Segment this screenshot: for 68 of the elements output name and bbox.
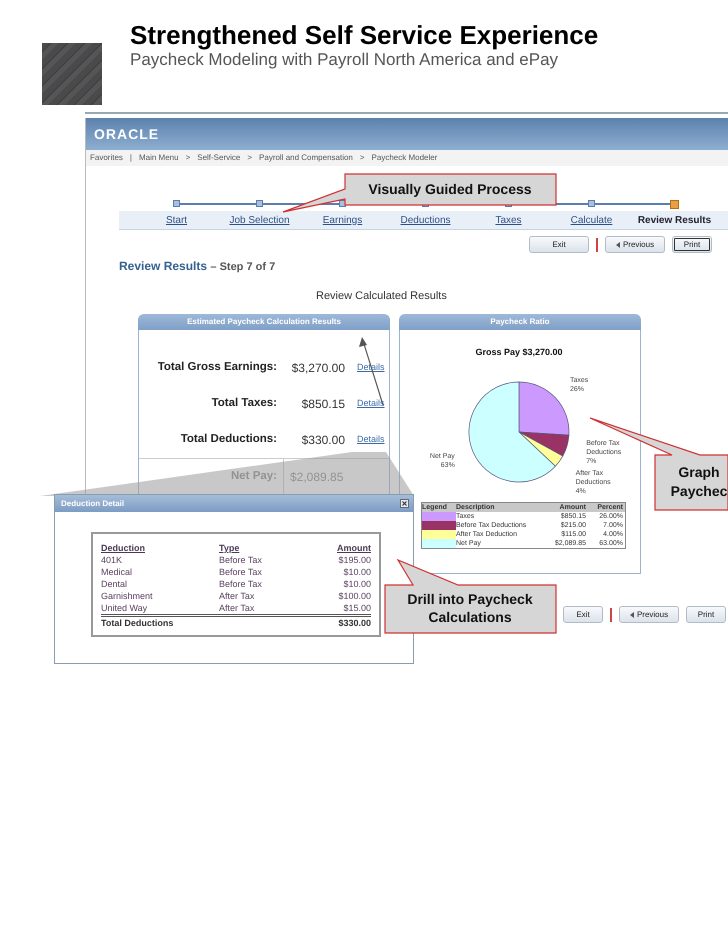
logo: ORACLE	[94, 124, 160, 144]
table-cell-text: Medical	[101, 566, 134, 578]
details-link[interactable]: Details	[351, 433, 389, 447]
dialog-title: Deduction Detail	[61, 498, 124, 510]
table-cell-text: $15.00	[342, 602, 371, 614]
callout-text: Visually Guided Process	[368, 181, 532, 197]
step-link[interactable]: Job Selection	[229, 212, 290, 228]
breadcrumb-separator: >	[186, 152, 190, 164]
field-value: $3,270.00	[290, 360, 346, 377]
back-caret-icon	[630, 612, 634, 618]
callout-text: Graph Paychec	[670, 464, 728, 499]
step-indicator: – Step 7 of 7	[210, 261, 276, 273]
breadcrumb-link[interactable]: Main Menu	[138, 152, 179, 164]
table-cell-text: Before Tax	[219, 578, 263, 590]
column-header: Type	[219, 543, 240, 553]
pointer-arrow	[359, 337, 384, 406]
field-value: $850.15	[300, 396, 346, 413]
slide-title: Strengthened Self Service Experience	[130, 20, 598, 50]
panel-header: Estimated Paycheck Calculation Results	[138, 314, 390, 330]
table-cell-text: United Way	[101, 602, 148, 614]
table-cell-text: After Tax	[219, 602, 256, 614]
field-label: Total Gross Earnings:	[156, 360, 278, 376]
total-label: Total Deductions	[101, 617, 174, 629]
step-link[interactable]: Start	[166, 212, 188, 228]
toolbar-button[interactable]: Print	[686, 606, 726, 623]
step-link[interactable]: Earnings	[322, 212, 362, 228]
callout-text: Drill into Paycheck Calculations	[407, 591, 533, 625]
section-title: Review Calculated Results	[316, 288, 448, 304]
step-link[interactable]: Taxes	[495, 212, 522, 228]
step-link[interactable]: Review Results	[638, 212, 712, 228]
toolbar-button[interactable]: Exit	[563, 606, 603, 623]
page-heading: Review Results	[119, 259, 208, 273]
breadcrumb-separator: >	[247, 152, 252, 164]
breadcrumb-link[interactable]: Paycheck Modeler	[372, 152, 438, 164]
breadcrumb-separator: |	[130, 152, 132, 164]
field-value: $330.00	[300, 432, 346, 449]
total-amount: $330.00	[337, 617, 371, 629]
step-link[interactable]: Deductions	[400, 212, 451, 228]
slide-subtitle: Paycheck Modeling with Payroll North America and ePay	[130, 50, 560, 70]
toolbar-button[interactable]: Print	[672, 236, 712, 253]
breadcrumb-separator: >	[360, 152, 365, 164]
table-cell-text: Before Tax	[219, 566, 263, 578]
close-icon[interactable]	[400, 499, 409, 508]
striped-square-icon	[42, 43, 102, 105]
step-link[interactable]: Calculate	[570, 212, 612, 228]
breadcrumb-link[interactable]: Favorites	[90, 152, 123, 164]
previous-button[interactable]: Previous	[605, 236, 665, 253]
panel-header: Paycheck Ratio	[399, 314, 641, 330]
field-label: Total Deductions:	[180, 432, 278, 448]
table-cell-text: $10.00	[342, 566, 371, 578]
table-cell-text: 401K	[101, 554, 124, 566]
table-cell-text: Dental	[101, 578, 128, 590]
table-cell-text: After Tax	[219, 590, 256, 602]
table-cell: $195.00	[337, 554, 371, 566]
breadcrumb-link[interactable]: Payroll and Compensation	[259, 152, 353, 164]
table-cell-text: Garnishment	[101, 590, 154, 602]
table-cell-text: Before Tax	[219, 554, 263, 566]
column-header: Deduction	[101, 543, 145, 553]
chart-title: Gross Pay $3,270.00	[475, 347, 563, 357]
breadcrumb-link[interactable]: Self-Service	[197, 152, 240, 164]
previous-button[interactable]: Previous	[619, 606, 679, 623]
details-link[interactable]: Details	[351, 397, 389, 411]
toolbar-button[interactable]: Exit	[529, 236, 589, 253]
table-cell: $100.00	[337, 590, 371, 602]
column-header: Amount	[337, 543, 371, 553]
back-caret-icon	[616, 242, 620, 248]
table-cell-text: $10.00	[342, 578, 371, 590]
field-label: Total Taxes:	[210, 396, 278, 412]
